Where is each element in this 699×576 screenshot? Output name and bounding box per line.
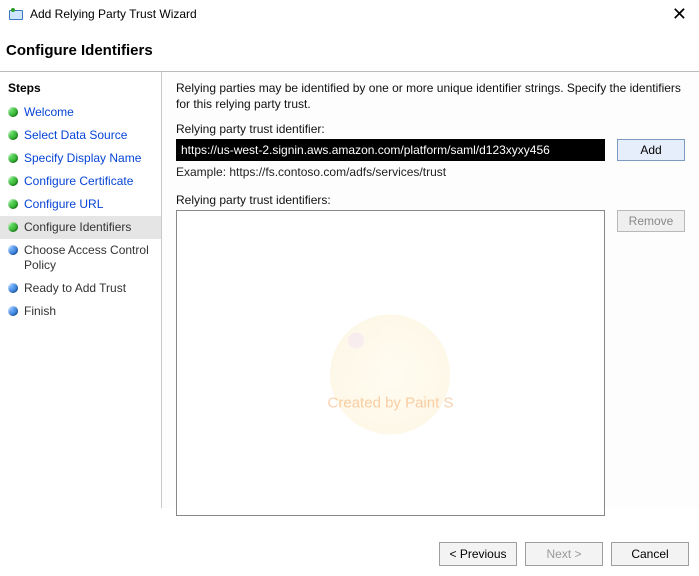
step-bullet-icon xyxy=(8,245,18,255)
example-text: Example: https://fs.contoso.com/adfs/ser… xyxy=(176,165,685,179)
step-configure-identifiers: Configure Identifiers xyxy=(0,216,161,239)
wizard-footer: < Previous Next > Cancel xyxy=(439,542,689,566)
step-welcome[interactable]: Welcome xyxy=(0,101,161,124)
identifiers-listbox[interactable]: Created by Paint S xyxy=(176,210,605,516)
close-icon[interactable]: ✕ xyxy=(668,5,691,23)
watermark: Created by Paint S xyxy=(328,315,454,412)
app-icon xyxy=(8,6,24,22)
step-label: Select Data Source xyxy=(24,128,127,143)
step-bullet-icon xyxy=(8,107,18,117)
step-configure-url[interactable]: Configure URL xyxy=(0,193,161,216)
next-button: Next > xyxy=(525,542,603,566)
step-specify-display-name[interactable]: Specify Display Name xyxy=(0,147,161,170)
step-bullet-icon xyxy=(8,130,18,140)
add-button[interactable]: Add xyxy=(617,139,685,161)
step-bullet-icon xyxy=(8,222,18,232)
step-bullet-icon xyxy=(8,306,18,316)
step-finish: Finish xyxy=(0,300,161,323)
step-label: Choose Access Control Policy xyxy=(24,243,153,273)
cancel-button[interactable]: Cancel xyxy=(611,542,689,566)
identifier-input[interactable] xyxy=(176,139,605,161)
identifiers-list-label: Relying party trust identifiers: xyxy=(176,193,685,207)
step-ready-to-add-trust: Ready to Add Trust xyxy=(0,277,161,300)
titlebar: Add Relying Party Trust Wizard ✕ xyxy=(0,0,699,28)
step-label: Configure URL xyxy=(24,197,103,212)
identifier-label: Relying party trust identifier: xyxy=(176,122,685,136)
steps-heading: Steps xyxy=(0,78,161,101)
instructions-text: Relying parties may be identified by one… xyxy=(176,80,685,112)
step-label: Finish xyxy=(24,304,56,319)
step-configure-certificate[interactable]: Configure Certificate xyxy=(0,170,161,193)
step-bullet-icon xyxy=(8,283,18,293)
main-panel: Relying parties may be identified by one… xyxy=(162,72,699,508)
step-select-data-source[interactable]: Select Data Source xyxy=(0,124,161,147)
remove-button: Remove xyxy=(617,210,685,232)
step-label: Welcome xyxy=(24,105,74,120)
step-label: Configure Identifiers xyxy=(24,220,131,235)
palette-icon xyxy=(331,315,451,435)
watermark-text: Created by Paint S xyxy=(328,395,454,412)
step-bullet-icon xyxy=(8,199,18,209)
step-label: Configure Certificate xyxy=(24,174,133,189)
page-heading: Configure Identifiers xyxy=(0,28,699,71)
step-choose-access-control-policy: Choose Access Control Policy xyxy=(0,239,161,277)
step-bullet-icon xyxy=(8,153,18,163)
steps-sidebar: Steps Welcome Select Data Source Specify D… xyxy=(0,72,162,508)
step-bullet-icon xyxy=(8,176,18,186)
window-title: Add Relying Party Trust Wizard xyxy=(30,7,197,21)
step-label: Specify Display Name xyxy=(24,151,141,166)
previous-button[interactable]: < Previous xyxy=(439,542,517,566)
step-label: Ready to Add Trust xyxy=(24,281,126,296)
